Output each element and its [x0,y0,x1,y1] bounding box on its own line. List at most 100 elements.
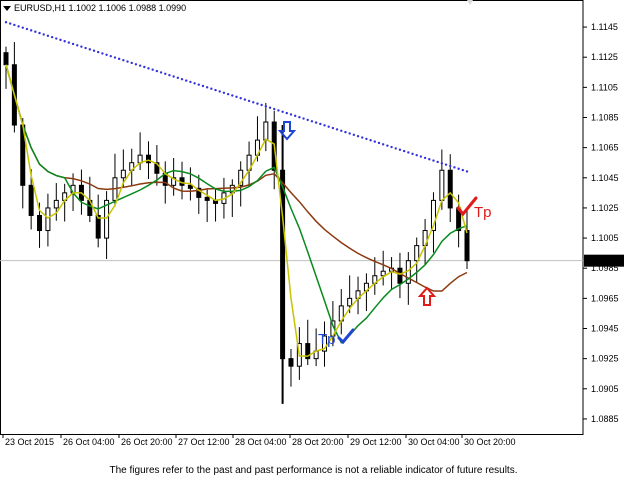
sar-dot [306,118,309,122]
sar-dot [323,124,326,127]
sar-dot [88,48,92,51]
sar-dot [381,143,385,146]
sar-dot [457,167,460,170]
sar-dot [38,31,41,35]
price-tick-label: 1.1145 [591,22,618,32]
candle-body [347,297,353,307]
close-icon[interactable] [466,0,474,6]
sar-dot [327,125,330,128]
time-tick-label: 23 Oct 2015 [5,437,54,447]
sar-dot [289,113,293,116]
plot-frame [0,0,584,435]
candle-body [414,245,420,262]
candle-body [464,230,470,262]
sar-dot [331,126,335,130]
sar-dot [449,164,452,168]
sar-dot [281,110,284,113]
sar-dot [168,73,171,77]
sar-dot [59,38,62,42]
ma-green-line [5,64,468,344]
candle-body [28,184,34,216]
sar-dot [348,132,351,135]
ma-olive-line [5,64,468,357]
sar-dot [415,153,418,157]
time-tick-label: 28 Oct 04:00 [235,437,287,447]
price-tick-label: 1.0905 [591,384,619,394]
sar-dot [411,152,414,156]
sar-dot [419,155,423,158]
price-tick-label: 1.1105 [591,82,618,92]
candle-body [397,267,403,284]
sar-dot [134,63,138,66]
sar-dot [8,22,12,25]
price-tick-label: 1.0925 [591,354,619,364]
sar-dot [117,57,121,61]
sar-dot [113,56,117,59]
sar-dot [365,137,368,141]
sar-dot [126,60,129,63]
price-tick-label: 1.1045 [591,173,619,183]
sar-dot [273,107,276,111]
sar-dot [352,133,356,137]
tp-label-blue: Tp [318,331,336,348]
sar-dot [302,117,305,120]
sar-dot [164,72,167,75]
time-tick-label: 26 Oct 04:00 [63,437,115,447]
sar-dot [76,44,79,47]
sar-dot [4,21,8,24]
sar-dot [155,69,159,73]
sar-dot [67,41,71,44]
sar-dot [298,115,301,119]
price-tick-label: 1.1025 [591,203,619,213]
sar-dot [84,46,87,50]
sar-dot [197,83,200,86]
price-tick-label: 1.1005 [591,233,619,243]
sar-dot [356,134,360,138]
candle-body [120,169,126,179]
price-tick-label: 1.1125 [591,52,618,62]
sar-dot [218,90,221,93]
candle-body [45,207,51,232]
candle-body [380,270,386,277]
sar-dot [46,34,50,38]
candle-body [204,196,210,201]
sar-dot [138,64,142,67]
sar-dot [285,111,288,115]
chart-window[interactable]: 1.1145 1.1125 1.1105 1.1085 1.1065 1.1045 1.10… [0,0,627,452]
candle-body [288,358,294,367]
sar-dot [34,30,37,33]
sar-dot [386,144,389,147]
price-tick-label: 1.1085 [591,113,619,123]
sar-dot [201,84,205,88]
sar-dot [101,52,104,55]
sar-dot [92,49,96,52]
sar-dot [243,98,247,101]
sar-dot [147,67,150,70]
triangle-down-icon[interactable] [3,5,11,11]
sar-dot [80,45,83,48]
sar-dot [461,168,465,172]
sar-dot [159,71,163,74]
chart-plot[interactable]: 1.1145 1.1125 1.1105 1.1085 1.1065 1.1045 1.10… [0,0,627,452]
sar-dot [394,147,397,150]
sar-dot [42,33,45,36]
sar-dot [361,136,364,139]
sar-dot [210,87,213,90]
sar-dot [268,106,272,109]
sar-dot [373,140,376,143]
sar-dot [436,160,439,164]
sar-dot [247,99,251,103]
sar-dot [293,114,297,118]
price-tick-label: 1.1065 [591,143,619,153]
sar-dot [63,40,66,43]
chart-title: EURUSD,H1 1.1002 1.1006 1.0988 1.0990 [14,3,187,13]
price-tick-label: 1.0965 [591,293,619,303]
sar-dot [185,79,188,82]
time-tick-label: 26 Oct 20:00 [121,437,173,447]
sar-dot [428,158,431,161]
current-price-label: 1.0990 [588,256,616,266]
sar-dot [277,109,280,112]
sar-dot [55,37,58,40]
sar-dot [143,65,146,69]
sar-dot [222,91,226,94]
